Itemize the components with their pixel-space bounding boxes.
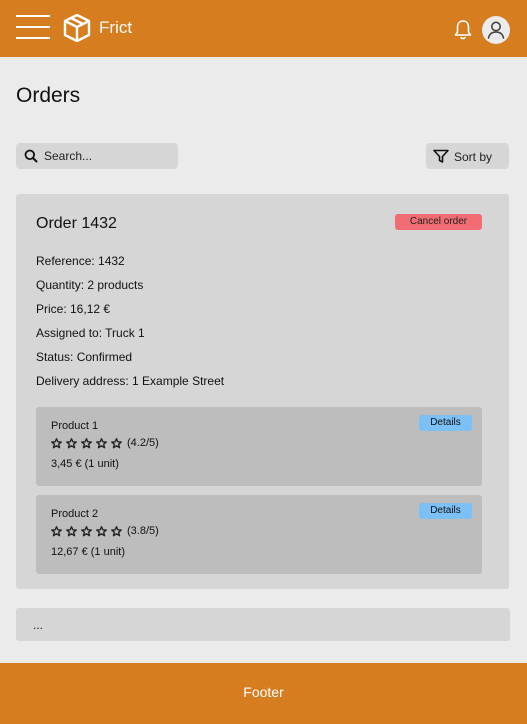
star-icon — [66, 437, 77, 448]
order-assigned-to: Assigned to: Truck 1 — [36, 326, 145, 340]
product-details-button[interactable]: Details — [419, 415, 472, 431]
product-rating: (3.8/5) — [51, 525, 159, 537]
star-icon — [66, 525, 77, 536]
product-item: Product 2 (3.8/5) 12,67 € (1 unit) Detai… — [36, 495, 482, 574]
product-rating-text: (4.2/5) — [127, 437, 159, 449]
star-icon — [81, 525, 92, 536]
app-header: Frict — [0, 0, 527, 57]
page-title: Orders — [16, 84, 81, 107]
search-input[interactable] — [44, 143, 174, 169]
star-icon — [96, 437, 107, 448]
star-icon — [51, 437, 62, 448]
cancel-order-button[interactable]: Cancel order — [395, 214, 482, 230]
more-orders-item[interactable]: ... — [16, 608, 510, 641]
search-box[interactable] — [16, 143, 178, 169]
product-item: Product 1 (4.2/5) 3,45 € (1 unit) Detail… — [36, 407, 482, 486]
search-icon — [24, 149, 38, 163]
order-price: Price: 16,12 € — [36, 302, 111, 316]
product-name: Product 1 — [51, 420, 99, 432]
order-delivery-address: Delivery address: 1 Example Street — [36, 374, 225, 388]
sort-label: Sort by — [454, 150, 493, 164]
product-name: Product 2 — [51, 508, 99, 520]
product-price: 3,45 € (1 unit) — [51, 458, 119, 470]
star-icon — [51, 525, 62, 536]
user-icon — [487, 21, 505, 39]
product-rating-text: (3.8/5) — [127, 525, 159, 537]
order-status: Status: Confirmed — [36, 350, 133, 364]
product-rating: (4.2/5) — [51, 437, 159, 449]
order-card: Order 1432 Cancel order Reference: 1432 … — [16, 194, 509, 589]
star-icon — [81, 437, 92, 448]
box-logo-icon[interactable] — [62, 13, 92, 43]
more-orders-label: ... — [33, 618, 44, 632]
filter-icon — [433, 149, 449, 163]
user-avatar[interactable] — [482, 16, 510, 44]
product-details-button[interactable]: Details — [419, 503, 472, 519]
order-reference: Reference: 1432 — [36, 254, 125, 268]
product-price: 12,67 € (1 unit) — [51, 546, 125, 558]
footer-label: Footer — [243, 684, 284, 700]
star-icon — [111, 525, 122, 536]
sort-button[interactable]: Sort by — [426, 143, 509, 169]
hamburger-menu-icon[interactable] — [16, 14, 50, 40]
star-icon — [96, 525, 107, 536]
order-quantity: Quantity: 2 products — [36, 278, 144, 292]
footer: Footer — [0, 663, 527, 724]
bell-icon[interactable] — [453, 19, 473, 41]
star-icon — [111, 437, 122, 448]
order-title: Order 1432 — [36, 215, 117, 232]
brand-name[interactable]: Frict — [99, 18, 132, 38]
